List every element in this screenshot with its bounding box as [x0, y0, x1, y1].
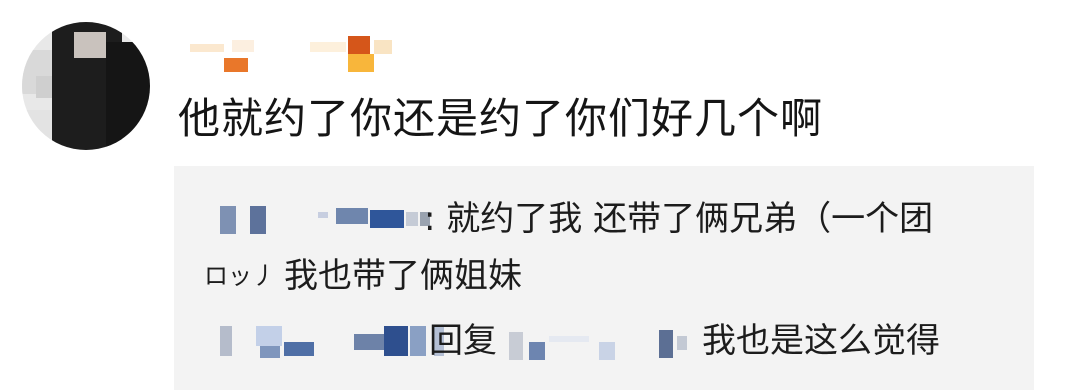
comment-item: 他就约了你还是约了你们好几个啊 : 就约了我 还带了俩兄弟（一个团 ロッ丿 我也… [0, 0, 1067, 390]
reply-label: 回复 [429, 321, 497, 361]
reply-section: : 就约了我 还带了俩兄弟（一个团 ロッ丿 我也带了俩姐妹 回复 我也是这么觉得 [174, 166, 1034, 390]
comment-text: 他就约了你还是约了你们好几个啊 [178, 94, 824, 143]
avatar[interactable] [22, 22, 150, 150]
reply-text: 我也带了俩姐妹 [284, 256, 522, 296]
username-blurred[interactable] [190, 32, 420, 80]
reply-text-fragment: ロッ丿 [204, 262, 276, 290]
reply-username-blurred[interactable] [220, 316, 450, 366]
reply-text: 我也是这么觉得 [702, 321, 940, 361]
reply-continuation: ロッ丿 我也带了俩姐妹 [174, 251, 1034, 301]
reply-item[interactable]: : 就约了我 还带了俩兄弟（一个团 [174, 194, 1034, 244]
reply-item[interactable]: 回复 我也是这么觉得 [174, 316, 1034, 366]
replied-username-blurred[interactable] [509, 316, 699, 366]
reply-text: : 就约了我 还带了俩兄弟（一个团 [424, 199, 934, 239]
